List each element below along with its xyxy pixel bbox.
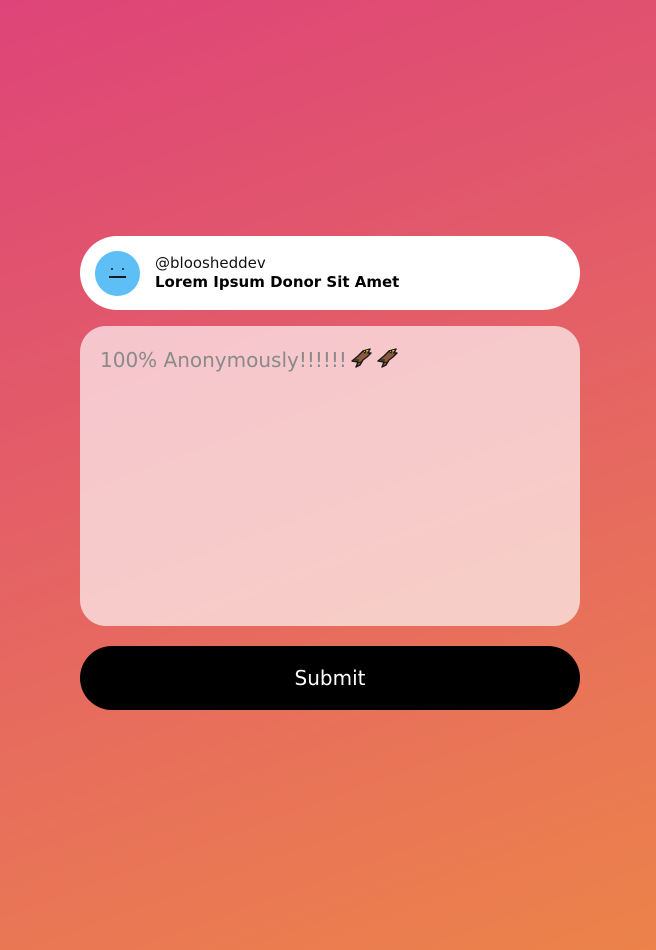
avatar-eye xyxy=(122,267,124,270)
submit-button[interactable]: Submit xyxy=(80,646,580,710)
message-input[interactable]: 100% Anonymously!!!!!! xyxy=(80,326,580,626)
eagle-icon xyxy=(375,347,399,369)
avatar xyxy=(95,250,140,296)
avatar-mouth xyxy=(109,275,126,278)
message-placeholder: 100% Anonymously!!!!!! xyxy=(100,348,347,372)
neutral-face-icon xyxy=(111,267,113,270)
message-title: Lorem Ipsum Donor Sit Amet xyxy=(155,273,400,291)
profile-text: @bloosheddev Lorem Ipsum Donor Sit Amet xyxy=(155,254,399,292)
username: @bloosheddev xyxy=(155,254,266,272)
profile-card: @bloosheddev Lorem Ipsum Donor Sit Amet xyxy=(80,236,580,310)
eagle-icon xyxy=(349,347,373,369)
